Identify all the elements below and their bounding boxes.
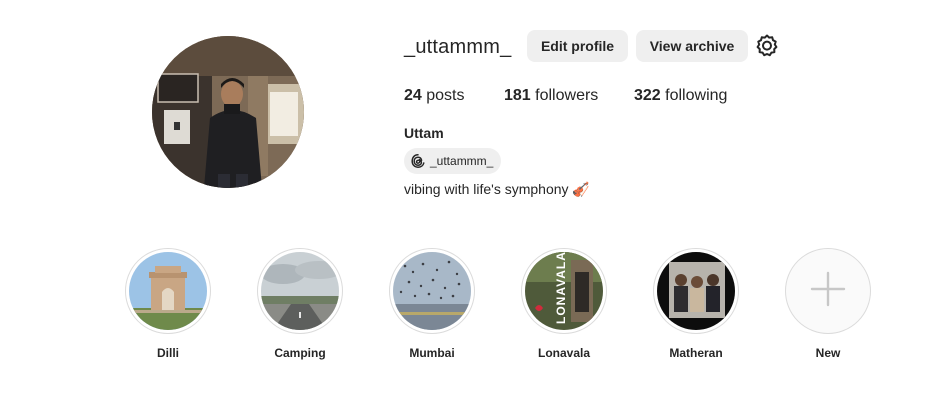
- following-label: following: [665, 87, 728, 104]
- highlight-ring: [785, 248, 871, 334]
- followers-stat[interactable]: 181 followers: [504, 86, 598, 106]
- highlight-lonavala[interactable]: LONAVALA Lonavala: [521, 248, 607, 360]
- highlight-dilli[interactable]: Dilli: [125, 248, 211, 360]
- followers-count: 181: [504, 87, 531, 104]
- new-highlight-button[interactable]: New: [785, 248, 871, 360]
- highlight-cover-dilli: [129, 252, 207, 330]
- highlight-label: Mumbai: [409, 346, 455, 360]
- threads-link[interactable]: _uttammm_: [404, 148, 502, 174]
- highlight-cover-camping: [261, 252, 339, 330]
- highlight-ring: [257, 248, 343, 334]
- threads-icon: [410, 153, 426, 169]
- following-stat[interactable]: 322 following: [634, 86, 727, 106]
- highlight-label: Lonavala: [537, 346, 591, 360]
- highlight-matheran[interactable]: Matheran: [653, 248, 739, 360]
- following-count: 322: [634, 87, 661, 104]
- highlight-ring: LONAVALA: [521, 248, 607, 334]
- lonavala-overlay-text: LONAVALA: [554, 252, 568, 324]
- highlight-label: Matheran: [669, 346, 723, 360]
- highlight-ring: [389, 248, 475, 334]
- edit-profile-button[interactable]: Edit profile: [527, 30, 628, 62]
- posts-label: posts: [426, 87, 465, 104]
- profile-bio: vibing with life's symphony 🎻: [404, 181, 590, 197]
- plus-icon: [808, 269, 848, 314]
- view-archive-button[interactable]: View archive: [636, 30, 748, 62]
- gear-icon[interactable]: [755, 34, 779, 58]
- posts-count: 24: [404, 87, 422, 104]
- profile-username: _uttammm_: [404, 36, 512, 58]
- highlight-camping[interactable]: Camping: [257, 248, 343, 360]
- profile-full-name: Uttam: [404, 125, 444, 141]
- highlight-cover-mumbai: [393, 252, 471, 330]
- highlight-ring: [653, 248, 739, 334]
- highlight-label: Camping: [274, 346, 326, 360]
- highlight-cover-matheran: [657, 252, 735, 330]
- highlight-label: New: [815, 346, 841, 360]
- highlight-ring: [125, 248, 211, 334]
- threads-handle: _uttammm_: [430, 154, 494, 168]
- followers-label: followers: [535, 87, 599, 104]
- profile-avatar[interactable]: [152, 36, 304, 188]
- posts-stat: 24 posts: [404, 86, 465, 106]
- highlight-mumbai[interactable]: Mumbai: [389, 248, 475, 360]
- highlight-label: Dilli: [156, 346, 179, 360]
- profile-page: _uttammm_ Edit profile View archive 24 p…: [0, 0, 926, 411]
- highlight-cover-lonavala: LONAVALA: [525, 252, 603, 330]
